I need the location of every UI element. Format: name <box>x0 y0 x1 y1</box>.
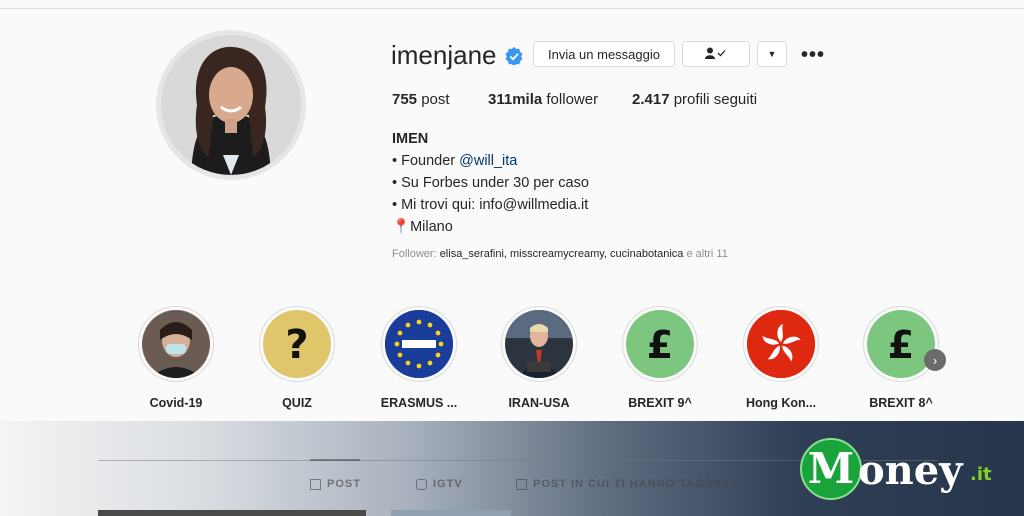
svg-text:£: £ <box>888 323 914 367</box>
location-text: Milano <box>410 219 453 235</box>
logo-initial: M <box>808 444 855 493</box>
highlight-ring <box>743 306 819 382</box>
svg-text:£: £ <box>647 323 673 367</box>
following-button[interactable] <box>682 41 750 67</box>
highlight-label: ERASMUS ... <box>380 396 458 410</box>
profile-avatar[interactable] <box>156 30 306 180</box>
followed-by-text[interactable]: Follower: elisa_serafini, misscreamycrea… <box>392 248 728 260</box>
followed-by-suffix: e altri 11 <box>683 248 728 260</box>
bio-line-location: 📍Milano <box>392 216 589 238</box>
username-text: imenjane <box>391 40 497 70</box>
profile-username: imenjane <box>391 40 523 71</box>
highlight-label: Hong Kon... <box>745 396 817 410</box>
followed-by-prefix: Follower: <box>392 248 440 260</box>
followers-stat[interactable]: 311mila follower <box>488 91 632 108</box>
highlight-hong-kong[interactable]: Hong Kon... <box>726 306 836 410</box>
chevron-down-icon: ▼ <box>767 49 777 59</box>
highlight-label: BREXIT 8^ <box>869 396 933 410</box>
post-thumbnail[interactable] <box>391 510 511 516</box>
followers-count: 311mila <box>488 91 543 108</box>
svg-text:?: ? <box>285 322 308 368</box>
highlight-ring: ? <box>259 306 335 382</box>
question-mark-icon: ? <box>263 310 331 378</box>
profile-stats: 755 post 311mila follower 2.417 profili … <box>392 91 757 108</box>
highlight-ring: £ <box>863 306 939 382</box>
bio-line-founder: • Founder @will_ita <box>392 150 589 172</box>
top-divider <box>0 8 1024 9</box>
followers-label: follower <box>546 91 599 108</box>
send-message-button[interactable]: Invia un messaggio <box>533 41 675 67</box>
bio-line-forbes: • Su Forbes under 30 per caso <box>392 175 589 191</box>
grid-icon <box>310 478 321 490</box>
following-stat[interactable]: 2.417 profili seguiti <box>632 91 757 108</box>
tab-igtv-label: IGTV <box>433 478 463 490</box>
verified-badge-icon <box>505 46 522 65</box>
pin-icon: 📍 <box>392 219 411 235</box>
post-thumbnail[interactable] <box>98 510 366 516</box>
highlight-ring <box>501 306 577 382</box>
profile-bio: IMEN • Founder @will_ita • Su Forbes und… <box>392 128 589 238</box>
highlight-ring: £ <box>622 306 698 382</box>
followed-by-names: elisa_serafini, misscreamycreamy, cucina… <box>439 248 684 260</box>
bio-founder-text: • Founder <box>392 153 460 169</box>
tagged-person-icon <box>516 478 527 490</box>
hong-kong-flag-icon <box>747 310 815 378</box>
tab-post-label: POST <box>327 478 361 490</box>
following-count: 2.417 <box>632 91 670 108</box>
highlight-label: BREXIT 9^ <box>628 396 692 410</box>
logo-text: oney <box>858 447 963 494</box>
highlight-iran-usa[interactable]: IRAN-USA <box>484 306 594 410</box>
selfie-photo-icon <box>142 310 210 378</box>
highlight-label: QUIZ <box>282 396 312 410</box>
news-photo-icon <box>505 310 573 378</box>
posts-stat: 755 post <box>392 91 488 108</box>
pound-sign-icon: £ <box>867 310 935 378</box>
posts-count: 755 <box>392 91 418 108</box>
tab-igtv[interactable]: IGTV <box>416 478 463 490</box>
bio-line-contact: • Mi trovi qui: info@willmedia.it <box>392 197 589 213</box>
money-logo-circle-icon: M <box>800 438 862 500</box>
active-tab-indicator <box>310 459 360 461</box>
highlights-next-arrow-icon[interactable]: › <box>924 349 946 371</box>
avatar-photo <box>161 35 301 175</box>
more-options-icon[interactable]: ••• <box>801 44 825 67</box>
posts-label: post <box>421 91 450 108</box>
money-it-logo: M oney .it <box>800 436 1010 506</box>
following-label: profili seguiti <box>673 91 758 108</box>
suggestions-dropdown-button[interactable]: ▼ <box>757 41 787 67</box>
tab-post[interactable]: POST <box>310 478 361 490</box>
highlight-label: IRAN-USA <box>508 396 570 410</box>
person-check-icon <box>705 47 727 62</box>
highlight-erasmus[interactable]: ERASMUS ... <box>364 306 474 410</box>
highlight-quiz[interactable]: ? QUIZ <box>242 306 352 410</box>
highlight-label: Covid-19 <box>149 396 203 410</box>
tab-tagged[interactable]: POST IN CUI TI HANNO TAGGATO <box>516 478 739 490</box>
story-highlights: Covid-19 ? QUIZ ERASMUS ... IRAN-USA £ B… <box>0 306 1024 416</box>
erasmus-eu-flag-icon <box>385 310 453 378</box>
highlight-brexit-9[interactable]: £ BREXIT 9^ <box>605 306 715 410</box>
highlight-ring <box>381 306 457 382</box>
logo-suffix: .it <box>970 464 992 485</box>
pound-sign-icon: £ <box>626 310 694 378</box>
tab-tagged-label: POST IN CUI TI HANNO TAGGATO <box>533 478 740 490</box>
bio-name: IMEN <box>392 131 429 147</box>
bio-mention-link[interactable]: @will_ita <box>459 153 517 169</box>
highlight-covid[interactable]: Covid-19 <box>121 306 231 410</box>
igtv-icon <box>416 478 427 490</box>
highlight-ring <box>138 306 214 382</box>
